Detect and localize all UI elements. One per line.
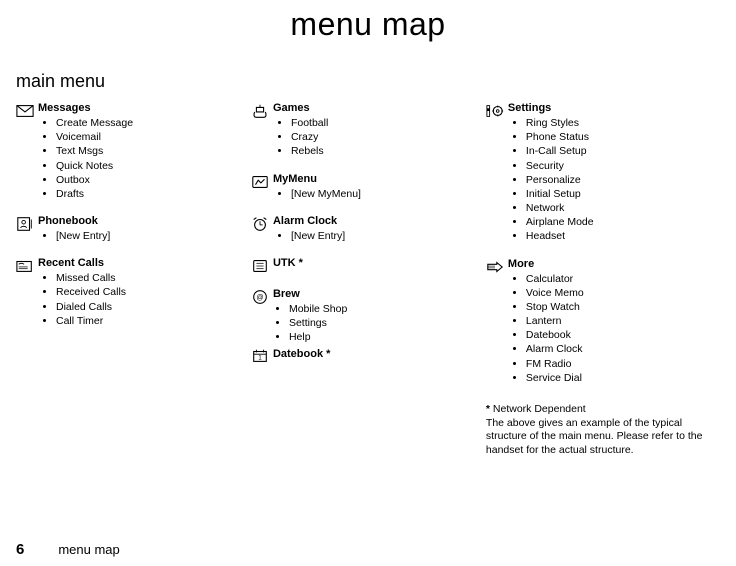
list-item: Alarm Clock: [526, 342, 720, 356]
menu-utk: UTK *: [251, 257, 474, 274]
list-item: [New Entry]: [56, 229, 239, 243]
menu-columns: Messages Create Message Voicemail Text M…: [0, 102, 736, 457]
list-item: In-Call Setup: [526, 144, 720, 158]
list-item: Service Dial: [526, 371, 720, 385]
footer-label: menu map: [58, 542, 119, 557]
list-item: Voice Memo: [526, 286, 720, 300]
more-icon: [486, 258, 508, 385]
menu-messages: Messages Create Message Voicemail Text M…: [16, 102, 239, 201]
list-item: Initial Setup: [526, 187, 720, 201]
list-item: Quick Notes: [56, 159, 239, 173]
list-item: Lantern: [526, 314, 720, 328]
page-title: menu map: [0, 6, 736, 43]
list-item: Calculator: [526, 272, 720, 286]
list-item: Mobile Shop: [289, 302, 474, 316]
menu-recent-calls: Recent Calls Missed Calls Received Calls…: [16, 257, 239, 328]
menu-alarm-clock: Alarm Clock [New Entry]: [251, 215, 474, 243]
list-item: [New Entry]: [291, 229, 474, 243]
list-item: Network: [526, 201, 720, 215]
menu-mymenu: MyMenu [New MyMenu]: [251, 173, 474, 201]
list-item: Create Message: [56, 116, 239, 130]
brew-icon: @: [251, 288, 273, 345]
menu-more: More Calculator Voice Memo Stop Watch La…: [486, 258, 720, 385]
games-list: Football Crazy Rebels: [273, 116, 474, 159]
settings-list: Ring Styles Phone Status In-Call Setup S…: [508, 116, 720, 244]
recent-calls-list: Missed Calls Received Calls Dialed Calls…: [38, 271, 239, 328]
utk-icon: [251, 257, 273, 274]
footnote-star-text: Network Dependent: [490, 403, 586, 415]
menu-games: Games Football Crazy Rebels: [251, 102, 474, 159]
list-item: Rebels: [291, 144, 474, 158]
list-item: Received Calls: [56, 285, 239, 299]
games-heading: Games: [273, 102, 474, 114]
more-list: Calculator Voice Memo Stop Watch Lantern…: [508, 272, 720, 385]
section-title: main menu: [16, 71, 736, 92]
utk-heading: UTK *: [273, 257, 474, 269]
list-item: Help: [289, 330, 474, 344]
phonebook-list: [New Entry]: [38, 229, 239, 243]
list-item: FM Radio: [526, 357, 720, 371]
list-item: Crazy: [291, 130, 474, 144]
footnote-body: The above gives an example of the typica…: [486, 417, 712, 458]
column-3: Settings Ring Styles Phone Status In-Cal…: [480, 102, 726, 457]
list-item: Settings: [289, 316, 474, 330]
phonebook-heading: Phonebook: [38, 215, 239, 227]
list-item: Voicemail: [56, 130, 239, 144]
settings-heading: Settings: [508, 102, 720, 114]
page-footer: 6 menu map: [16, 541, 120, 558]
settings-icon: [486, 102, 508, 244]
recent-calls-heading: Recent Calls: [38, 257, 239, 269]
datebook-icon: 1: [251, 348, 273, 364]
list-item: Missed Calls: [56, 271, 239, 285]
list-item: Outbox: [56, 173, 239, 187]
column-1: Messages Create Message Voicemail Text M…: [10, 102, 245, 457]
recent-calls-icon: [16, 257, 38, 328]
list-item: Text Msgs: [56, 144, 239, 158]
list-item: Airplane Mode: [526, 215, 720, 229]
list-item: Ring Styles: [526, 116, 720, 130]
list-item: Drafts: [56, 187, 239, 201]
alarm-clock-icon: [251, 215, 273, 243]
svg-text:1: 1: [258, 355, 262, 362]
list-item: [New MyMenu]: [291, 187, 474, 201]
messages-list: Create Message Voicemail Text Msgs Quick…: [38, 116, 239, 201]
alarm-list: [New Entry]: [273, 229, 474, 243]
list-item: Dialed Calls: [56, 300, 239, 314]
phonebook-icon: [16, 215, 38, 243]
svg-text:@: @: [256, 293, 263, 302]
list-item: Phone Status: [526, 130, 720, 144]
mymenu-list: [New MyMenu]: [273, 187, 474, 201]
menu-settings: Settings Ring Styles Phone Status In-Cal…: [486, 102, 720, 244]
page-number: 6: [16, 541, 24, 558]
menu-phonebook: Phonebook [New Entry]: [16, 215, 239, 243]
brew-list: Mobile Shop Settings Help: [273, 302, 474, 345]
footnote: * Network Dependent The above gives an e…: [486, 403, 720, 458]
list-item: Football: [291, 116, 474, 130]
list-item: Stop Watch: [526, 300, 720, 314]
menu-datebook: 1 Datebook *: [251, 348, 474, 364]
mymenu-heading: MyMenu: [273, 173, 474, 185]
alarm-heading: Alarm Clock: [273, 215, 474, 227]
list-item: Datebook: [526, 328, 720, 342]
column-2: Games Football Crazy Rebels MyMenu [New …: [245, 102, 480, 457]
list-item: Personalize: [526, 173, 720, 187]
messages-heading: Messages: [38, 102, 239, 114]
brew-heading: Brew: [273, 288, 474, 300]
mymenu-icon: [251, 173, 273, 201]
games-icon: [251, 102, 273, 159]
list-item: Call Timer: [56, 314, 239, 328]
list-item: Headset: [526, 229, 720, 243]
datebook-heading: Datebook *: [273, 348, 330, 360]
menu-brew: @ Brew Mobile Shop Settings Help: [251, 288, 474, 345]
envelope-icon: [16, 102, 38, 201]
more-heading: More: [508, 258, 720, 270]
list-item: Security: [526, 159, 720, 173]
